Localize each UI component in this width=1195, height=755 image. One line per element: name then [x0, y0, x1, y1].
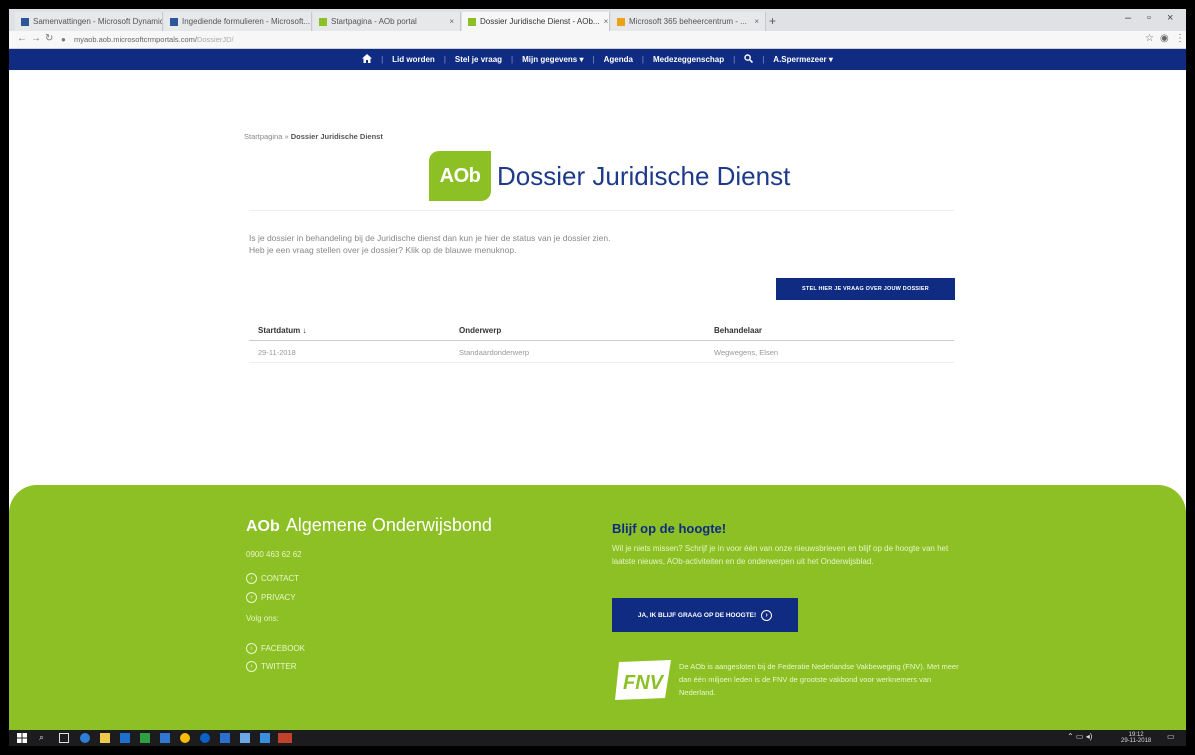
arrow-circle-icon: › — [246, 592, 257, 603]
user-menu[interactable]: A.Spermezeer ▾ — [773, 55, 833, 64]
menu-icon[interactable]: ⋮ — [1175, 33, 1185, 44]
app-icon[interactable] — [160, 733, 170, 743]
close-window-icon[interactable]: × — [1167, 12, 1173, 24]
app-icon[interactable] — [220, 733, 230, 743]
minimize-icon[interactable]: – — [1125, 12, 1131, 24]
arrow-circle-icon: › — [246, 661, 257, 672]
browser-tab[interactable]: Startpagina - AOb portal × — [313, 12, 461, 31]
page-title: Dossier Juridische Dienst — [497, 160, 791, 191]
browser-tabstrip: Samenvattingen - Microsoft Dynamics 365 … — [9, 9, 1186, 31]
arrow-circle-icon: › — [761, 609, 773, 621]
footer-phone[interactable]: 0900 463 62 62 — [246, 550, 302, 559]
browser-tab-active[interactable]: Dossier Juridische Dienst - AOb... × — [462, 12, 610, 31]
cell-onderwerp: Standaardonderwerp — [459, 348, 530, 357]
footer-privacy-link[interactable]: › PRIVACY — [246, 592, 296, 603]
app-icon[interactable] — [278, 733, 292, 743]
newsletter-button[interactable]: JA, IK BLIJF GRAAG OP DE HOOGTE! › — [612, 598, 798, 632]
dynamics-icon — [170, 17, 178, 26]
aob-favicon-icon — [319, 17, 327, 26]
table-row[interactable]: 29-11-2018 Standaardonderwerp Wegwegens,… — [249, 341, 954, 363]
ask-question-button[interactable]: STEL HIER JE VRAAG OVER JOUW DOSSIER — [776, 278, 955, 300]
new-tab-button[interactable]: + — [769, 14, 776, 28]
arrow-circle-icon: › — [246, 573, 257, 584]
footer-twitter-link[interactable]: › TWITTER — [246, 661, 297, 672]
app-icon[interactable] — [140, 733, 150, 743]
table-header: Startdatum ↓ Onderwerp Behandelaar — [249, 319, 954, 341]
star-icon[interactable]: ☆ — [1145, 33, 1154, 44]
lock-icon: ● — [61, 35, 66, 44]
nav-agenda[interactable]: Agenda — [604, 55, 633, 64]
nav-lid-worden[interactable]: Lid worden — [392, 55, 435, 64]
breadcrumb-home[interactable]: Startpagina — [244, 132, 282, 141]
dossier-table: Startdatum ↓ Onderwerp Behandelaar 29-11… — [249, 319, 954, 363]
divider — [249, 210, 954, 211]
chrome-icon[interactable] — [180, 733, 190, 743]
ie-icon[interactable] — [200, 733, 210, 743]
clock[interactable]: 19:12 29-11-2018 — [1121, 732, 1151, 744]
notifications-icon[interactable]: ▭ — [1167, 732, 1175, 741]
app-icon[interactable] — [260, 733, 270, 743]
app-icon[interactable] — [240, 733, 250, 743]
browser-tab[interactable]: Microsoft 365 beheercentrum - ... × — [611, 12, 766, 31]
system-tray-icons[interactable]: ⌃ ▭ ◂) — [1067, 732, 1092, 741]
task-view-icon[interactable] — [59, 733, 69, 743]
account-icon[interactable]: ◉ — [1160, 33, 1169, 44]
cell-behandelaar: Wegwegens, Elsen — [714, 348, 779, 357]
intro-text: Is je dossier in behandeling bij de Juri… — [249, 233, 611, 255]
footer: AOb Algemene Onderwijsbond 0900 463 62 6… — [9, 485, 1186, 730]
breadcrumb-current: Dossier Juridische Dienst — [290, 132, 383, 141]
close-icon[interactable]: × — [604, 17, 609, 26]
close-icon[interactable]: × — [449, 17, 454, 26]
follow-us-label: Volg ons: — [246, 614, 279, 623]
screen: Samenvattingen - Microsoft Dynamics 365 … — [9, 9, 1186, 746]
footer-brand: AOb Algemene Onderwijsbond — [246, 515, 492, 536]
browser-tab[interactable]: Samenvattingen - Microsoft Dynamics 365 … — [15, 12, 163, 31]
newsletter-text: Wil je niets missen? Schrijf je in voor … — [612, 544, 949, 566]
maximize-icon[interactable]: ▫ — [1147, 12, 1151, 24]
aob-logo: AOb — [429, 151, 491, 201]
column-behandelaar[interactable]: Behandelaar — [714, 326, 762, 335]
windows-start-icon[interactable] — [17, 733, 27, 743]
app-icon[interactable] — [80, 733, 90, 743]
footer-brand-name: Algemene Onderwijsbond — [285, 515, 492, 535]
office-icon — [617, 17, 625, 26]
reload-icon[interactable]: ↻ — [45, 33, 53, 44]
forward-icon[interactable]: → — [31, 33, 41, 44]
footer-facebook-link[interactable]: › FACEBOOK — [246, 643, 305, 654]
nav-mijn-gegevens[interactable]: Mijn gegevens ▾ — [522, 55, 583, 64]
file-explorer-icon[interactable] — [100, 733, 110, 743]
breadcrumb: Startpagina » Dossier Juridische Dienst — [244, 132, 383, 141]
fnv-text: De AOb is aangesloten bij de Federatie N… — [679, 662, 959, 697]
home-icon[interactable] — [362, 54, 373, 65]
back-icon[interactable]: ← — [17, 33, 27, 44]
search-icon[interactable] — [744, 54, 754, 65]
cell-startdatum: 29-11-2018 — [258, 348, 296, 357]
column-startdatum[interactable]: Startdatum ↓ — [258, 326, 306, 335]
site-nav: | Lid worden | Stel je vraag | Mijn gege… — [9, 49, 1186, 70]
aob-favicon-icon — [468, 17, 476, 26]
dynamics-icon — [21, 17, 29, 26]
close-icon[interactable]: × — [754, 17, 759, 26]
url-field[interactable]: myaob.aob.microsoftcrmportals.com/Dossie… — [74, 35, 234, 44]
page-header: AOb Dossier Juridische Dienst — [429, 151, 790, 201]
edge-icon[interactable] — [120, 733, 130, 743]
footer-aob-logo: AOb — [246, 518, 280, 535]
taskbar: ⌕ ⌃ ▭ ◂) 19:12 29-11-2018 ▭ — [9, 730, 1186, 746]
arrow-circle-icon: › — [246, 643, 257, 654]
newsletter-title: Blijf op de hoogte! — [612, 521, 727, 536]
footer-contact-link[interactable]: › CONTACT — [246, 573, 299, 584]
browser-tab[interactable]: Ingediende formulieren - Microsoft... × — [164, 12, 312, 31]
address-bar: ← → ↻ ● myaob.aob.microsoftcrmportals.co… — [9, 31, 1186, 49]
search-icon[interactable]: ⌕ — [39, 732, 49, 742]
column-onderwerp[interactable]: Onderwerp — [459, 326, 501, 335]
nav-stel-je-vraag[interactable]: Stel je vraag — [455, 55, 502, 64]
fnv-logo: FNV — [615, 660, 671, 700]
nav-medezeggenschap[interactable]: Medezeggenschap — [653, 55, 724, 64]
svg-text:FNV: FNV — [623, 672, 665, 694]
